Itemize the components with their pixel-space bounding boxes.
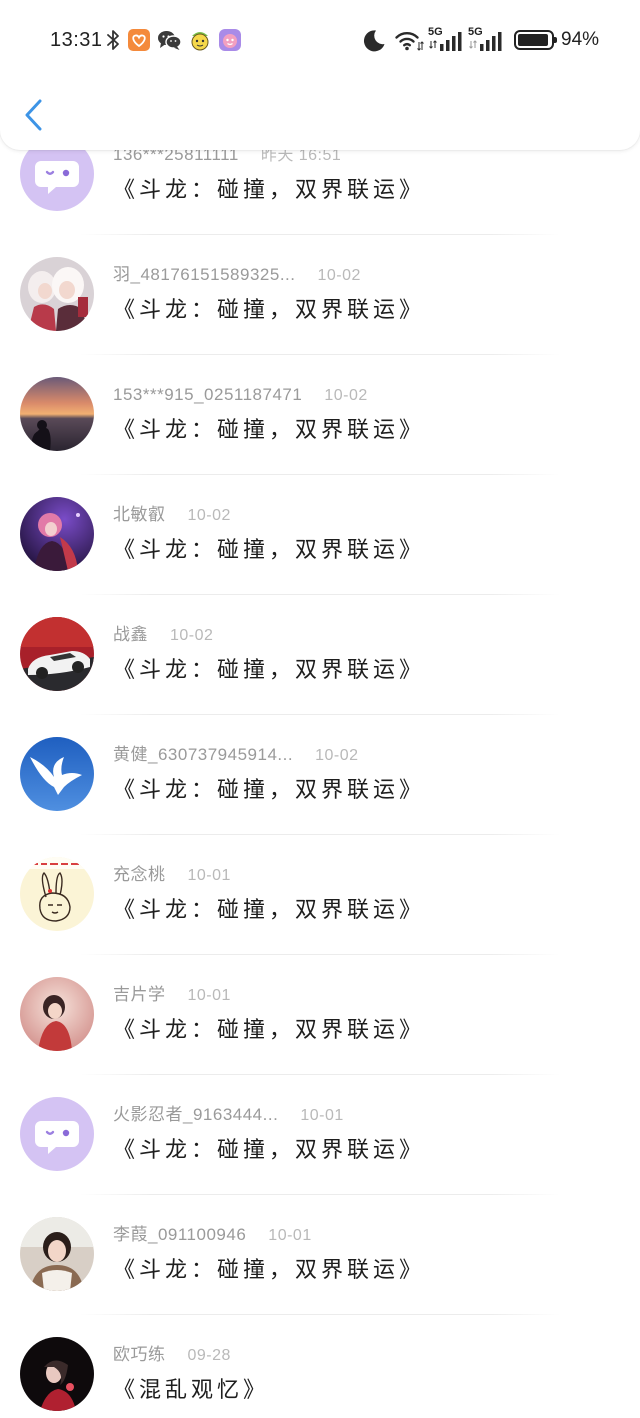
status-bar: 13:31 5G 5G 94% [0, 0, 640, 80]
sender-name: 李葭_091100946 [113, 1225, 247, 1244]
battery-percent: 94% [561, 29, 600, 50]
message-time: 10-02 [317, 267, 361, 284]
message-time: 10-02 [187, 507, 231, 524]
message-time: 10-02 [315, 747, 359, 764]
message-time: 09-28 [187, 1347, 231, 1364]
message-time: 10-01 [187, 867, 231, 884]
avatar[interactable] [20, 857, 94, 931]
item-meta: 欧巧练 09-28 [113, 1344, 231, 1366]
message-time: 10-01 [300, 1107, 344, 1124]
status-time: 13:31 [50, 29, 103, 51]
list-item[interactable]: 战鑫 10-02 《斗龙：碰撞，双界联运》 [0, 595, 640, 715]
wifi-icon [394, 29, 424, 51]
sender-name: 火影忍者_9163444... [113, 1105, 279, 1124]
list-item[interactable]: 153***915_0251187471 10-02 《斗龙：碰撞，双界联运》 [0, 355, 640, 475]
avatar[interactable] [20, 257, 94, 331]
message-title: 《斗龙：碰撞，双界联运》 [113, 1137, 426, 1162]
chevron-left-icon[interactable] [22, 98, 44, 132]
message-title: 《斗龙：碰撞，双界联运》 [113, 1017, 426, 1042]
screen: 136***25811111 昨天 16:51 《斗龙：碰撞，双界联运》 羽_4817… [0, 0, 640, 1418]
wechat-icon [157, 29, 182, 51]
list-item[interactable]: 火影忍者_9163444... 10-01 《斗龙：碰撞，双界联运》 [0, 1075, 640, 1195]
message-title: 《斗龙：碰撞，双界联运》 [113, 297, 426, 322]
cellular-signal-icon: 5G [428, 26, 464, 52]
chat-bubble-icon [20, 1097, 94, 1171]
avatar[interactable] [20, 1337, 94, 1411]
message-title: 《斗龙：碰撞，双界联运》 [113, 417, 426, 442]
sender-name: 吉片学 [113, 985, 166, 1004]
sender-name: 羽_48176151589325... [113, 265, 296, 284]
cellular-signal-icon: 5G [468, 26, 504, 52]
list-item[interactable]: 黄健_630737945914... 10-02 《斗龙：碰撞，双界联运》 [0, 715, 640, 835]
item-meta: 北敏叡 10-02 [113, 504, 231, 526]
message-title: 《斗龙：碰撞，双界联运》 [113, 897, 426, 922]
avatar[interactable] [20, 617, 94, 691]
top-bar: 13:31 5G 5G 94% [0, 0, 640, 150]
item-meta: 充念桃 10-01 [113, 864, 231, 886]
message-time: 10-02 [170, 627, 214, 644]
list-item[interactable]: 充念桃 10-01 《斗龙：碰撞，双界联运》 [0, 835, 640, 955]
sender-name: 欧巧练 [113, 1345, 166, 1364]
list-item[interactable]: 羽_48176151589325... 10-02 《斗龙：碰撞，双界联运》 [0, 235, 640, 355]
avatar[interactable] [20, 1097, 94, 1171]
list-item[interactable]: 北敏叡 10-02 《斗龙：碰撞，双界联运》 [0, 475, 640, 595]
avatar[interactable] [20, 737, 94, 811]
message-time: 10-01 [268, 1227, 312, 1244]
battery-nub [554, 37, 557, 43]
item-meta: 战鑫 10-02 [113, 624, 213, 646]
avatar[interactable] [20, 1217, 94, 1291]
bluetooth-icon [106, 28, 120, 52]
message-title: 《斗龙：碰撞，双界联运》 [113, 177, 426, 202]
heart-app-icon [128, 29, 150, 51]
cartoon-face-app-icon [189, 27, 211, 51]
item-meta: 黄健_630737945914... 10-02 [113, 744, 359, 766]
battery-icon [514, 30, 557, 50]
sender-name: 北敏叡 [113, 505, 166, 524]
back-button[interactable] [22, 98, 48, 134]
message-list[interactable]: 136***25811111 昨天 16:51 《斗龙：碰撞，双界联运》 羽_4817… [0, 115, 640, 1418]
message-title: 《斗龙：碰撞，双界联运》 [113, 537, 426, 562]
sender-name: 黄健_630737945914... [113, 745, 294, 764]
purple-app-icon [219, 29, 241, 51]
sender-name: 充念桃 [113, 865, 166, 884]
battery-level [518, 34, 549, 46]
message-title: 《斗龙：碰撞，双界联运》 [113, 657, 426, 682]
message-title: 《混乱观忆》 [113, 1377, 270, 1402]
message-title: 《斗龙：碰撞，双界联运》 [113, 1257, 426, 1282]
sender-name: 战鑫 [113, 625, 148, 644]
list-item[interactable]: 吉片学 10-01 《斗龙：碰撞，双界联运》 [0, 955, 640, 1075]
item-meta: 羽_48176151589325... 10-02 [113, 264, 361, 286]
avatar[interactable] [20, 497, 94, 571]
item-meta: 李葭_091100946 10-01 [113, 1224, 312, 1246]
item-meta: 153***915_0251187471 10-02 [113, 384, 368, 406]
message-time: 10-01 [187, 987, 231, 1004]
sender-name: 153***915_0251187471 [113, 385, 303, 404]
message-time: 10-02 [324, 387, 368, 404]
list-item[interactable]: 李葭_091100946 10-01 《斗龙：碰撞，双界联运》 [0, 1195, 640, 1315]
message-title: 《斗龙：碰撞，双界联运》 [113, 777, 426, 802]
item-meta: 火影忍者_9163444... 10-01 [113, 1104, 344, 1126]
moon-icon [363, 29, 386, 52]
item-meta: 吉片学 10-01 [113, 984, 231, 1006]
avatar[interactable] [20, 977, 94, 1051]
list-item[interactable]: 欧巧练 09-28 《混乱观忆》 [0, 1315, 640, 1418]
avatar[interactable] [20, 377, 94, 451]
